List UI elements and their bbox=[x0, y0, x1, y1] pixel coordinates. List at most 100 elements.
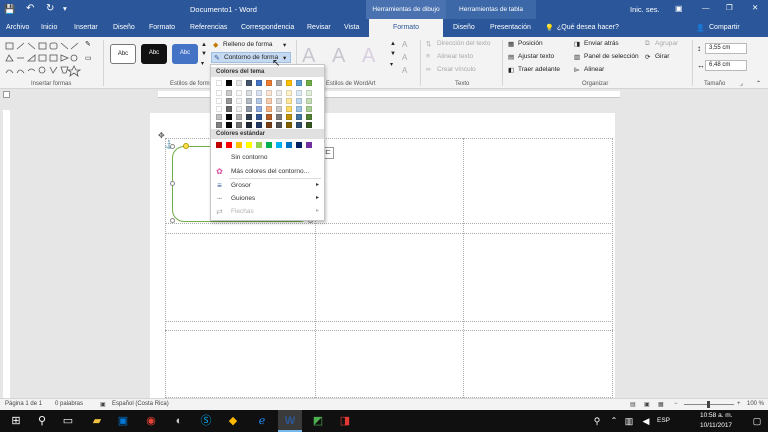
network-icon[interactable]: ▥ bbox=[620, 412, 638, 430]
tab-inicio[interactable]: Inicio bbox=[41, 19, 57, 37]
theme-color-swatch[interactable] bbox=[306, 98, 312, 104]
file-explorer-icon[interactable]: ▰ bbox=[88, 412, 106, 430]
shape-style-2[interactable]: Abc bbox=[141, 44, 167, 64]
theme-color-swatch[interactable] bbox=[296, 114, 302, 120]
text-effects-icon[interactable]: A bbox=[402, 66, 407, 75]
save-icon[interactable]: 💾 bbox=[4, 4, 15, 15]
theme-color-swatch[interactable] bbox=[246, 114, 252, 120]
word-taskbar-button[interactable]: W bbox=[278, 410, 302, 432]
standard-color-swatch[interactable] bbox=[276, 142, 282, 148]
wrap-text-button[interactable]: Ajustar texto bbox=[518, 53, 554, 60]
position-button[interactable]: Posición bbox=[518, 40, 543, 47]
theme-color-swatch[interactable] bbox=[286, 122, 292, 128]
send-backward-button[interactable]: Enviar atrás bbox=[584, 40, 619, 47]
table-move-handle-icon[interactable]: ✥ bbox=[158, 131, 165, 140]
wordart-more-icon[interactable]: ▾ bbox=[390, 61, 393, 68]
app-icon[interactable]: ◆ bbox=[224, 412, 242, 430]
create-link-button[interactable]: Crear vínculo bbox=[437, 66, 476, 73]
standard-color-swatch[interactable] bbox=[236, 142, 242, 148]
edit-shape-icon[interactable]: ✎ bbox=[85, 40, 91, 48]
task-view-icon[interactable]: ▭ bbox=[59, 412, 77, 430]
align-button[interactable]: Alinear bbox=[584, 66, 604, 73]
notifications-icon[interactable]: ▢ bbox=[748, 412, 766, 430]
zoom-out-icon[interactable]: − bbox=[674, 401, 678, 407]
selection-pane-button[interactable]: Panel de selección bbox=[584, 53, 639, 60]
width-input[interactable]: 6,48 cm bbox=[705, 60, 747, 71]
clock-date[interactable]: 10/11/2017 bbox=[700, 422, 732, 429]
tab-presentacion[interactable]: Presentación bbox=[490, 19, 531, 37]
proofing-icon[interactable]: ▣ bbox=[100, 401, 106, 408]
theme-color-swatch[interactable] bbox=[306, 106, 312, 112]
tab-correspondencia[interactable]: Correspondencia bbox=[241, 19, 294, 37]
wordart-style-3[interactable]: A bbox=[362, 45, 375, 68]
theme-color-swatch[interactable] bbox=[246, 90, 252, 96]
gallery-up-icon[interactable]: ▲ bbox=[201, 42, 207, 48]
print-layout-icon[interactable]: ▣ bbox=[644, 401, 650, 408]
read-mode-icon[interactable]: ▤ bbox=[630, 401, 636, 408]
theme-color-swatch[interactable] bbox=[256, 114, 262, 120]
standard-color-swatch[interactable] bbox=[306, 142, 312, 148]
tab-formato-drawing[interactable]: Formato bbox=[369, 19, 443, 37]
theme-color-swatch[interactable] bbox=[276, 114, 282, 120]
minimize-button[interactable]: — bbox=[702, 3, 710, 12]
theme-color-swatch[interactable] bbox=[286, 114, 292, 120]
theme-color-swatch[interactable] bbox=[266, 98, 272, 104]
theme-color-swatch[interactable] bbox=[246, 80, 252, 86]
tab-referencias[interactable]: Referencias bbox=[190, 19, 227, 37]
theme-color-swatch[interactable] bbox=[276, 98, 282, 104]
theme-color-swatch[interactable] bbox=[306, 114, 312, 120]
theme-color-swatch[interactable] bbox=[226, 98, 232, 104]
standard-color-swatch[interactable] bbox=[226, 142, 232, 148]
restore-button[interactable]: ❐ bbox=[726, 3, 733, 12]
standard-color-swatch[interactable] bbox=[296, 142, 302, 148]
theme-color-swatch[interactable] bbox=[296, 98, 302, 104]
zoom-level[interactable]: 100 % bbox=[747, 401, 764, 407]
tab-insertar[interactable]: Insertar bbox=[74, 19, 98, 37]
tab-archivo[interactable]: Archivo bbox=[6, 19, 29, 37]
adjust-handle[interactable] bbox=[183, 143, 189, 149]
theme-color-swatch[interactable] bbox=[216, 90, 222, 96]
theme-color-swatch[interactable] bbox=[226, 114, 232, 120]
theme-color-swatch[interactable] bbox=[226, 90, 232, 96]
wordart-down-icon[interactable]: ▼ bbox=[390, 51, 396, 57]
app-icon[interactable]: ◩ bbox=[309, 412, 327, 430]
tab-vista[interactable]: Vista bbox=[344, 19, 359, 37]
theme-color-swatch[interactable] bbox=[276, 106, 282, 112]
zoom-in-icon[interactable]: + bbox=[737, 401, 741, 407]
theme-color-swatch[interactable] bbox=[286, 90, 292, 96]
theme-color-swatch[interactable] bbox=[306, 90, 312, 96]
customize-qat-icon[interactable]: ▾ bbox=[63, 4, 67, 13]
tab-diseno[interactable]: Diseño bbox=[113, 19, 135, 37]
wordart-style-2[interactable]: A bbox=[332, 45, 345, 68]
bring-forward-button[interactable]: Traer adelante bbox=[518, 66, 560, 73]
theme-color-swatch[interactable] bbox=[266, 106, 272, 112]
theme-color-swatch[interactable] bbox=[256, 90, 262, 96]
tab-diseno-table[interactable]: Diseño bbox=[453, 19, 475, 37]
web-layout-icon[interactable]: ▦ bbox=[658, 401, 664, 408]
theme-color-swatch[interactable] bbox=[216, 122, 222, 128]
more-colors-item[interactable]: ✿ Más colores del contorno... bbox=[211, 166, 324, 178]
dashes-item[interactable]: ┄ Guiones ▸ bbox=[211, 193, 324, 205]
people-icon[interactable]: ⚲ bbox=[588, 412, 606, 430]
store-icon[interactable]: ▣ bbox=[114, 412, 132, 430]
theme-color-swatch[interactable] bbox=[256, 106, 262, 112]
standard-color-swatch[interactable] bbox=[246, 142, 252, 148]
share-button[interactable]: Compartir bbox=[709, 19, 740, 37]
language-indicator[interactable]: Español (Costa Rica) bbox=[112, 401, 169, 407]
theme-color-swatch[interactable] bbox=[216, 106, 222, 112]
theme-color-swatch[interactable] bbox=[226, 122, 232, 128]
size-launcher-icon[interactable]: ⌟ bbox=[740, 80, 743, 87]
theme-color-swatch[interactable] bbox=[276, 90, 282, 96]
shape-fill-button[interactable]: Relleno de forma bbox=[223, 41, 273, 48]
windows-start-icon[interactable]: ⊞ bbox=[7, 412, 25, 430]
shape-style-3[interactable]: Abc bbox=[172, 44, 198, 64]
theme-color-swatch[interactable] bbox=[276, 80, 282, 86]
redo-icon[interactable]: ↻ bbox=[46, 3, 54, 14]
theme-color-swatch[interactable] bbox=[246, 106, 252, 112]
text-fill-icon[interactable]: A bbox=[402, 40, 407, 49]
theme-color-swatch[interactable] bbox=[236, 114, 242, 120]
tab-revisar[interactable]: Revisar bbox=[307, 19, 331, 37]
theme-color-swatch[interactable] bbox=[296, 90, 302, 96]
theme-color-swatch[interactable] bbox=[226, 106, 232, 112]
theme-color-swatch[interactable] bbox=[236, 98, 242, 104]
